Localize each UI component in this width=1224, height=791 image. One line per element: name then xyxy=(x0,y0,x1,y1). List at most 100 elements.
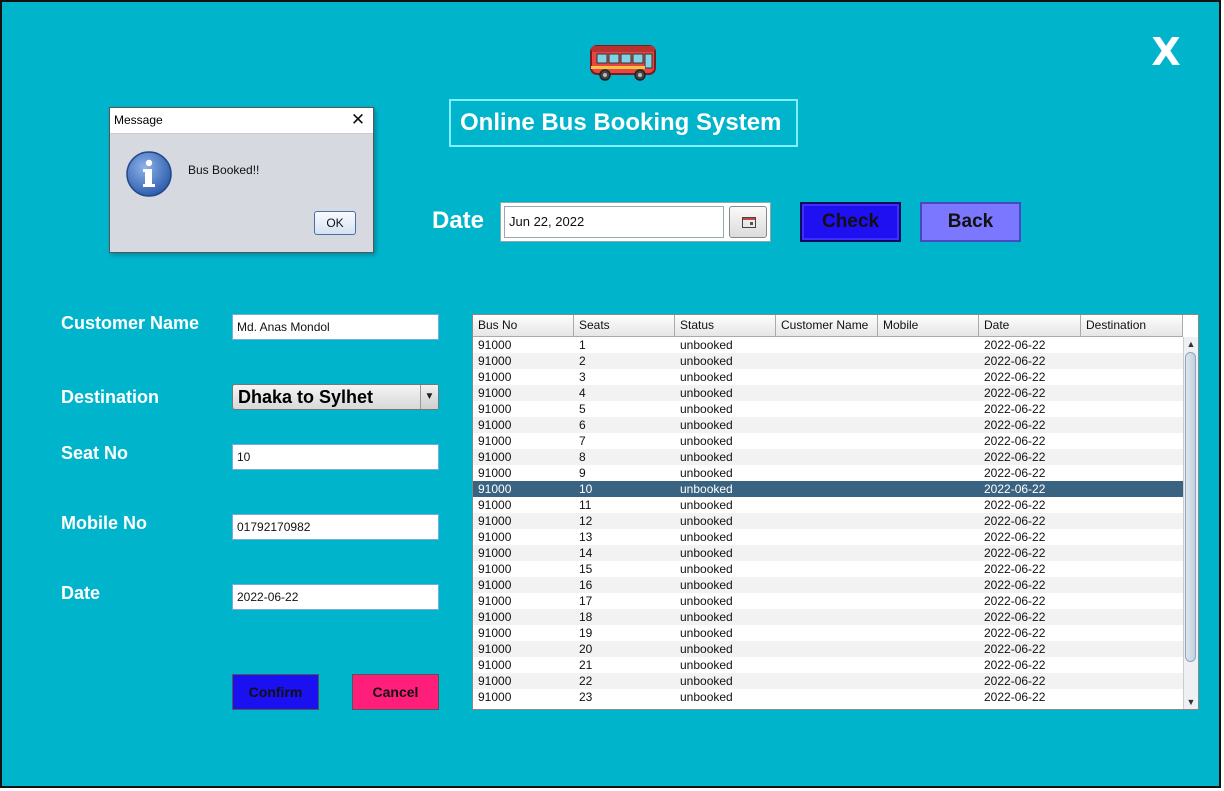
table-cell: 91000 xyxy=(478,674,512,688)
app-window: X Online Bus Booking System Date Jun 22,… xyxy=(0,0,1221,788)
table-cell: unbooked xyxy=(680,642,733,656)
column-header[interactable]: Mobile xyxy=(878,315,979,336)
table-cell: unbooked xyxy=(680,370,733,384)
table-cell xyxy=(1081,577,1183,593)
table-cell: 91000 xyxy=(478,338,512,352)
calendar-button[interactable] xyxy=(729,206,767,238)
table-scrollbar[interactable]: ▲ ▼ xyxy=(1183,337,1198,709)
column-header[interactable]: Seats xyxy=(574,315,675,336)
table-cell xyxy=(878,401,979,417)
column-header[interactable]: Destination xyxy=(1081,315,1183,336)
table-cell xyxy=(1081,641,1183,657)
table-cell xyxy=(776,529,878,545)
table-row[interactable]: 91000 3 unbooked 2022-06-22 xyxy=(473,369,1183,385)
confirm-button[interactable]: Confirm xyxy=(232,674,319,710)
table-cell: 5 xyxy=(579,402,586,416)
cancel-button[interactable]: Cancel xyxy=(352,674,439,710)
table-row[interactable]: 91000 11 unbooked 2022-06-22 xyxy=(473,497,1183,513)
table-row[interactable]: 91000 10 unbooked 2022-06-22 xyxy=(473,481,1183,497)
table-cell: unbooked xyxy=(680,546,733,560)
table-row[interactable]: 91000 12 unbooked 2022-06-22 xyxy=(473,513,1183,529)
table-cell xyxy=(1081,385,1183,401)
scroll-down-icon[interactable]: ▼ xyxy=(1184,695,1198,709)
close-icon[interactable]: ✕ xyxy=(345,108,371,133)
table-cell: 2022-06-22 xyxy=(984,338,1046,352)
mobile-no-field[interactable]: 01792170982 xyxy=(232,514,439,540)
table-row[interactable]: 91000 22 unbooked 2022-06-22 xyxy=(473,673,1183,689)
table-row[interactable]: 91000 18 unbooked 2022-06-22 xyxy=(473,609,1183,625)
scrollbar-thumb[interactable] xyxy=(1185,352,1196,662)
table-cell: 2022-06-22 xyxy=(984,594,1046,608)
table-cell: unbooked xyxy=(680,578,733,592)
table-cell xyxy=(1081,545,1183,561)
table-cell: unbooked xyxy=(680,674,733,688)
form-date-field[interactable]: 2022-06-22 xyxy=(232,584,439,610)
table-row[interactable]: 91000 21 unbooked 2022-06-22 xyxy=(473,657,1183,673)
column-header[interactable]: Bus No xyxy=(473,315,574,336)
table-cell: 17 xyxy=(579,594,593,608)
info-icon xyxy=(126,151,172,197)
table-row[interactable]: 91000 23 unbooked 2022-06-22 xyxy=(473,689,1183,705)
seat-no-field[interactable]: 10 xyxy=(232,444,439,470)
customer-name-label: Customer Name xyxy=(61,313,200,333)
table-row[interactable]: 91000 9 unbooked 2022-06-22 xyxy=(473,465,1183,481)
table-cell: 2022-06-22 xyxy=(984,482,1046,496)
bookings-table: Bus No Seats Status Customer Name Mobile Date… xyxy=(472,314,1199,710)
table-row[interactable]: 91000 17 unbooked 2022-06-22 xyxy=(473,593,1183,609)
back-button[interactable]: Back xyxy=(920,202,1021,242)
table-cell: 2022-06-22 xyxy=(984,690,1046,704)
table-row[interactable]: 91000 4 unbooked 2022-06-22 xyxy=(473,385,1183,401)
scroll-up-icon[interactable]: ▲ xyxy=(1184,337,1198,351)
table-cell xyxy=(1081,449,1183,465)
table-cell: 3 xyxy=(579,370,586,384)
table-header: Bus No Seats Status Customer Name Mobile Date… xyxy=(473,315,1183,337)
table-cell: unbooked xyxy=(680,450,733,464)
table-cell: 91000 xyxy=(478,690,512,704)
destination-select[interactable]: Dhaka to Sylhet ▼ xyxy=(232,384,439,410)
table-cell: 91000 xyxy=(478,418,512,432)
table-cell: 91000 xyxy=(478,610,512,624)
check-button[interactable]: Check xyxy=(800,202,901,242)
table-cell xyxy=(878,545,979,561)
table-cell xyxy=(776,385,878,401)
table-cell xyxy=(1081,689,1183,705)
table-cell: 2022-06-22 xyxy=(984,514,1046,528)
table-row[interactable]: 91000 8 unbooked 2022-06-22 xyxy=(473,449,1183,465)
table-cell: unbooked xyxy=(680,658,733,672)
table-row[interactable]: 91000 7 unbooked 2022-06-22 xyxy=(473,433,1183,449)
column-header[interactable]: Customer Name xyxy=(776,315,878,336)
date-picker-input[interactable]: Jun 22, 2022 xyxy=(504,206,724,238)
ok-button[interactable]: OK xyxy=(314,211,356,235)
table-row[interactable]: 91000 20 unbooked 2022-06-22 xyxy=(473,641,1183,657)
table-cell: 14 xyxy=(579,546,593,560)
table-row[interactable]: 91000 2 unbooked 2022-06-22 xyxy=(473,353,1183,369)
column-header[interactable]: Status xyxy=(675,315,776,336)
table-cell: unbooked xyxy=(680,514,733,528)
table-cell: 91000 xyxy=(478,514,512,528)
close-icon[interactable]: X xyxy=(1148,32,1184,72)
table-cell: 91000 xyxy=(478,530,512,544)
table-cell: unbooked xyxy=(680,594,733,608)
table-row[interactable]: 91000 19 unbooked 2022-06-22 xyxy=(473,625,1183,641)
chevron-down-icon[interactable]: ▼ xyxy=(420,385,438,409)
table-cell: 1 xyxy=(579,338,586,352)
table-row[interactable]: 91000 5 unbooked 2022-06-22 xyxy=(473,401,1183,417)
table-row[interactable]: 91000 1 unbooked 2022-06-22 xyxy=(473,337,1183,353)
table-row[interactable]: 91000 16 unbooked 2022-06-22 xyxy=(473,577,1183,593)
table-cell: 2022-06-22 xyxy=(984,434,1046,448)
calendar-icon xyxy=(742,217,756,228)
table-cell: 91000 xyxy=(478,386,512,400)
table-row[interactable]: 91000 13 unbooked 2022-06-22 xyxy=(473,529,1183,545)
table-row[interactable]: 91000 14 unbooked 2022-06-22 xyxy=(473,545,1183,561)
table-row[interactable]: 91000 15 unbooked 2022-06-22 xyxy=(473,561,1183,577)
table-row[interactable]: 91000 6 unbooked 2022-06-22 xyxy=(473,417,1183,433)
table-cell: 91000 xyxy=(478,626,512,640)
table-cell: 2 xyxy=(579,354,586,368)
table-cell: unbooked xyxy=(680,354,733,368)
table-cell: 91000 xyxy=(478,658,512,672)
customer-name-field[interactable]: Md. Anas Mondol xyxy=(232,314,439,340)
table-cell: 2022-06-22 xyxy=(984,466,1046,480)
table-cell: 2022-06-22 xyxy=(984,642,1046,656)
column-header[interactable]: Date xyxy=(979,315,1081,336)
table-cell: 2022-06-22 xyxy=(984,418,1046,432)
